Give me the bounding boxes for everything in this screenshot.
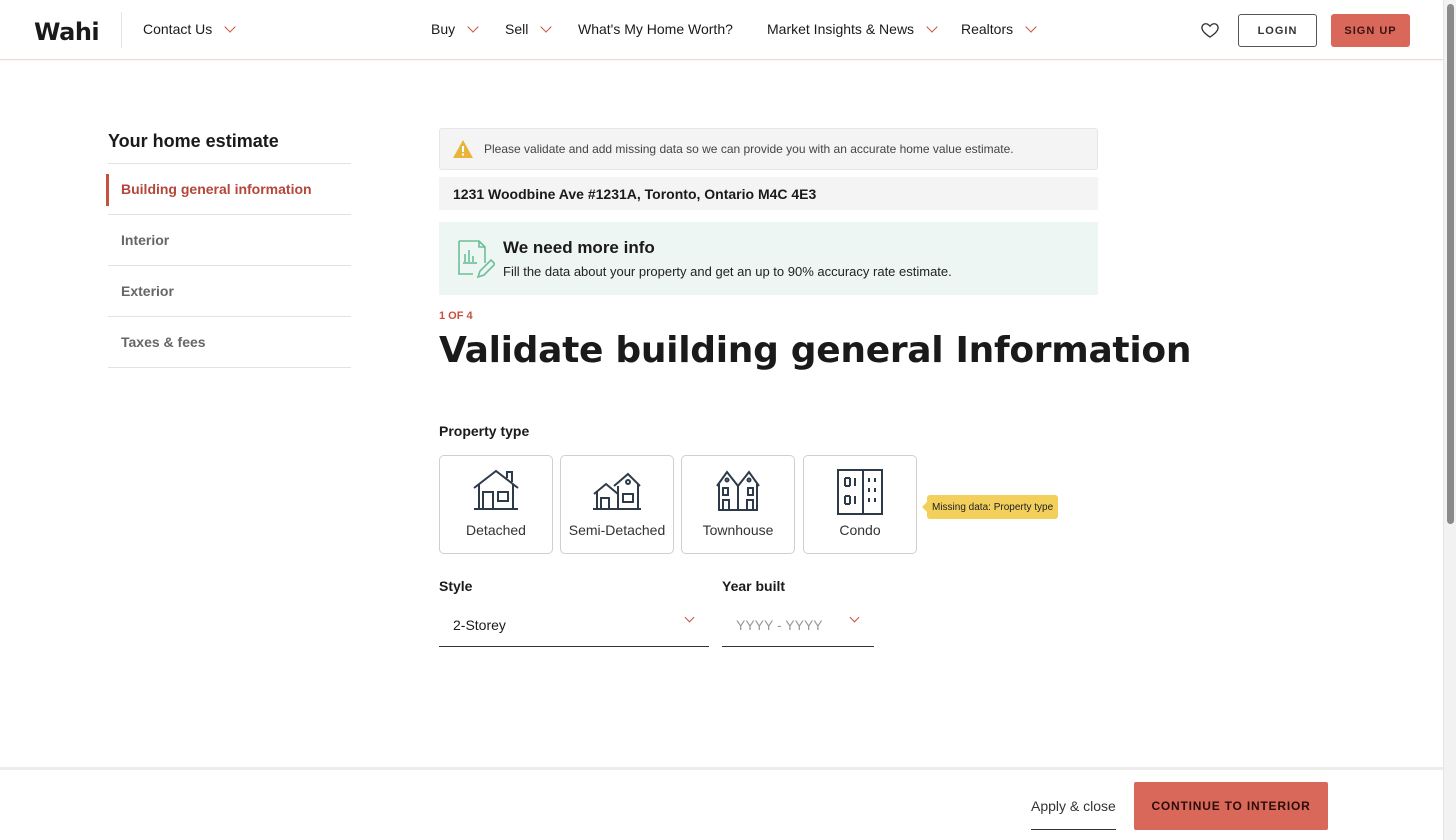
property-type-label: Condo	[839, 522, 881, 538]
chevron-down-icon	[684, 612, 695, 623]
condo-building-icon	[837, 469, 883, 515]
step-indicator: 1 OF 4	[439, 310, 473, 322]
sidebar-item-label: Building general information	[121, 181, 312, 197]
sidebar-item-exterior[interactable]: Exterior	[108, 266, 351, 317]
warning-banner: Please validate and add missing data so …	[439, 128, 1098, 170]
nav-buy[interactable]: Buy	[431, 21, 479, 37]
sidebar-nav: Building general information Interior Ex…	[106, 163, 351, 368]
chevron-down-icon	[849, 612, 860, 623]
style-select[interactable]: 2-Storey	[439, 603, 709, 647]
site-header: Wahi Contact Us Buy Sell What's My Home …	[0, 0, 1443, 60]
sidebar-item-label: Interior	[121, 232, 170, 248]
wahi-logo[interactable]: Wahi	[34, 18, 100, 46]
property-type-semi-detached[interactable]: Semi-Detached	[560, 455, 674, 554]
sidebar-title: Your home estimate	[108, 131, 279, 151]
property-type-label: Property type	[439, 423, 530, 439]
style-label: Style	[439, 578, 473, 594]
warning-text: Please validate and add missing data so …	[484, 142, 1014, 156]
year-built-placeholder: YYYY - YYYY	[736, 616, 823, 633]
nav-realtors-label: Realtors	[961, 21, 1014, 37]
sidebar-item-label: Exterior	[121, 283, 174, 299]
sidebar-item-taxes-fees[interactable]: Taxes & fees	[108, 317, 351, 368]
sidebar-item-interior[interactable]: Interior	[108, 215, 351, 266]
property-type-condo[interactable]: Condo	[803, 455, 917, 554]
scrollbar-thumb[interactable]	[1447, 4, 1454, 524]
nav-contact-us[interactable]: Contact Us	[143, 21, 236, 37]
nav-market-insights-label: Market Insights & News	[767, 21, 915, 37]
year-built-select[interactable]: YYYY - YYYY	[722, 603, 874, 647]
nav-realtors[interactable]: Realtors	[961, 21, 1037, 37]
chevron-down-icon	[540, 21, 553, 33]
header-divider	[121, 12, 122, 48]
nav-home-worth-label: What's My Home Worth?	[578, 21, 733, 37]
property-type-label: Semi-Detached	[568, 522, 666, 538]
nav-sell[interactable]: Sell	[505, 21, 553, 37]
property-address: 1231 Woodbine Ave #1231A, Toronto, Ontar…	[439, 177, 1098, 210]
document-edit-icon	[458, 239, 495, 278]
style-select-value: 2-Storey	[453, 616, 506, 633]
chevron-down-icon	[224, 21, 236, 33]
chevron-down-icon	[1025, 21, 1037, 33]
detached-house-icon	[473, 469, 519, 510]
nav-contact-label: Contact Us	[143, 21, 213, 37]
heart-icon[interactable]	[1200, 20, 1220, 40]
info-banner: We need more info Fill the data about yo…	[439, 222, 1098, 295]
sidebar-item-building-info[interactable]: Building general information	[106, 164, 351, 215]
info-content: We need more info Fill the data about yo…	[503, 238, 952, 279]
nav-market-insights[interactable]: Market Insights & News	[767, 21, 938, 37]
login-button[interactable]: LOGIN	[1238, 14, 1317, 47]
property-type-label: Townhouse	[702, 522, 774, 538]
info-text: Fill the data about your property and ge…	[503, 264, 952, 279]
footer-actions: Apply & close CONTINUE TO INTERIOR	[0, 767, 1443, 840]
nav-home-worth[interactable]: What's My Home Worth?	[578, 21, 733, 37]
nav-buy-label: Buy	[431, 21, 456, 37]
continue-to-interior-button[interactable]: CONTINUE TO INTERIOR	[1134, 782, 1328, 830]
year-built-label: Year built	[722, 578, 786, 594]
apply-close-button[interactable]: Apply & close	[1031, 786, 1116, 830]
property-type-townhouse[interactable]: Townhouse	[681, 455, 795, 554]
nav-sell-label: Sell	[505, 21, 529, 37]
semi-detached-house-icon	[593, 472, 641, 510]
page-scrollbar[interactable]	[1443, 0, 1456, 840]
townhouse-icon	[716, 470, 760, 511]
page-title: Validate building general Information	[439, 330, 1192, 371]
chevron-down-icon	[467, 21, 479, 33]
missing-data-tooltip: Missing data: Property type	[921, 495, 1059, 519]
chevron-down-icon	[926, 21, 938, 33]
warning-icon	[453, 140, 473, 158]
signup-button[interactable]: SIGN UP	[1331, 14, 1410, 47]
info-title: We need more info	[503, 238, 655, 257]
property-type-detached[interactable]: Detached	[439, 455, 553, 554]
sidebar-item-label: Taxes & fees	[121, 334, 206, 350]
property-type-label: Detached	[466, 522, 526, 538]
